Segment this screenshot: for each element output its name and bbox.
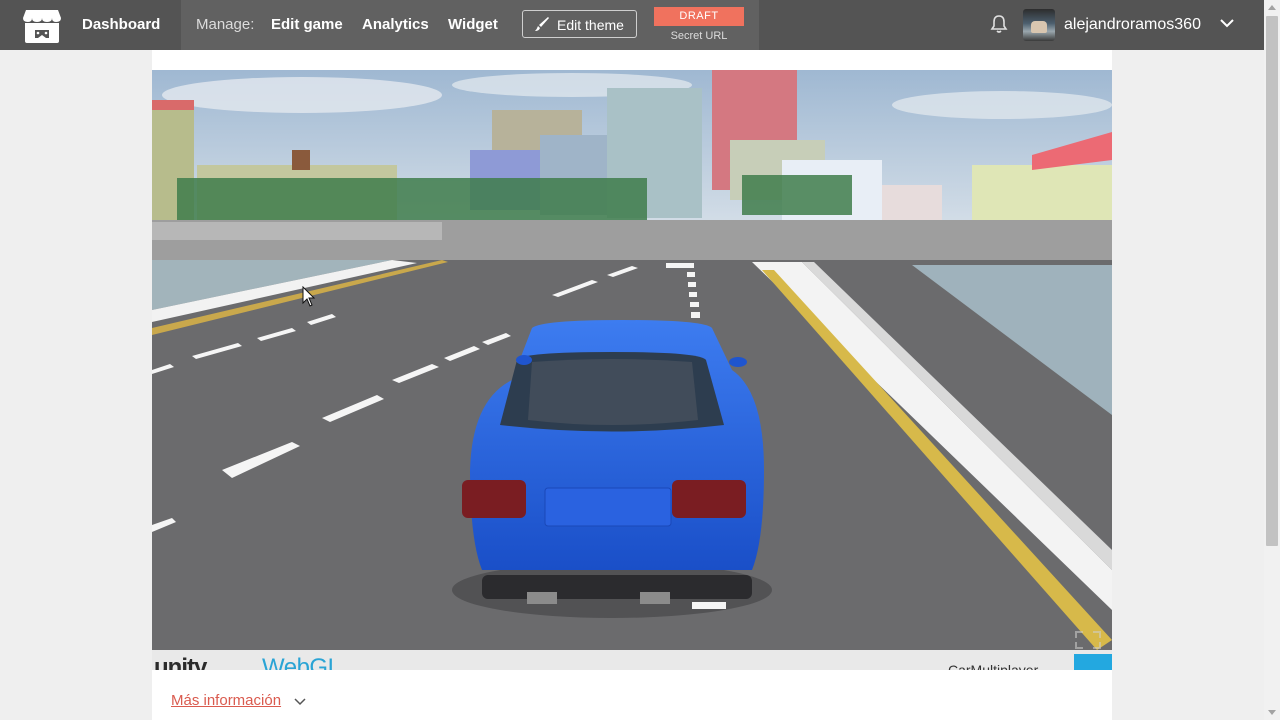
unity-logo: unity	[154, 654, 207, 670]
username[interactable]: alejandroramos360	[1064, 16, 1201, 34]
top-bar: Dashboard Manage: Edit game Analytics Wi…	[0, 0, 1264, 50]
unity-webgl-label: WebGL	[262, 654, 341, 670]
edit-theme-button[interactable]: Edit theme	[522, 10, 637, 38]
bell-icon[interactable]	[988, 13, 1010, 35]
scroll-up-arrow[interactable]	[1268, 5, 1276, 10]
game-page-column: unity WebGL CarMultiplayer Más informaci…	[152, 50, 1112, 720]
fullscreen-icon[interactable]	[1074, 630, 1102, 650]
dashboard-link[interactable]: Dashboard	[82, 16, 160, 33]
unity-footer: unity WebGL CarMultiplayer	[152, 650, 1112, 670]
manage-panel: Manage: Edit game Analytics Widget Edit …	[181, 0, 759, 50]
more-info-link[interactable]: Más información	[171, 692, 281, 709]
game-title: CarMultiplayer	[948, 662, 1039, 670]
edit-game-link[interactable]: Edit game	[271, 16, 343, 33]
page-scrollbar[interactable]	[1264, 0, 1280, 720]
analytics-link[interactable]: Analytics	[362, 16, 429, 33]
avatar[interactable]	[1023, 9, 1055, 41]
game-canvas[interactable]	[152, 70, 1112, 650]
itchio-logo-icon[interactable]	[22, 8, 62, 44]
scroll-thumb[interactable]	[1266, 16, 1278, 546]
chevron-down-icon[interactable]	[1219, 17, 1235, 29]
game-scene	[152, 70, 1112, 650]
draft-badge: DRAFT	[654, 7, 744, 26]
mouse-cursor-icon	[302, 286, 316, 307]
secret-url-link[interactable]: Secret URL	[654, 30, 744, 42]
fullscreen-button[interactable]	[1074, 654, 1112, 670]
manage-label: Manage:	[196, 16, 255, 33]
scroll-down-arrow[interactable]	[1268, 710, 1276, 715]
brush-icon	[535, 17, 549, 31]
chevron-down-icon[interactable]	[294, 698, 306, 706]
widget-link[interactable]: Widget	[448, 16, 498, 33]
edit-theme-label: Edit theme	[557, 17, 624, 33]
